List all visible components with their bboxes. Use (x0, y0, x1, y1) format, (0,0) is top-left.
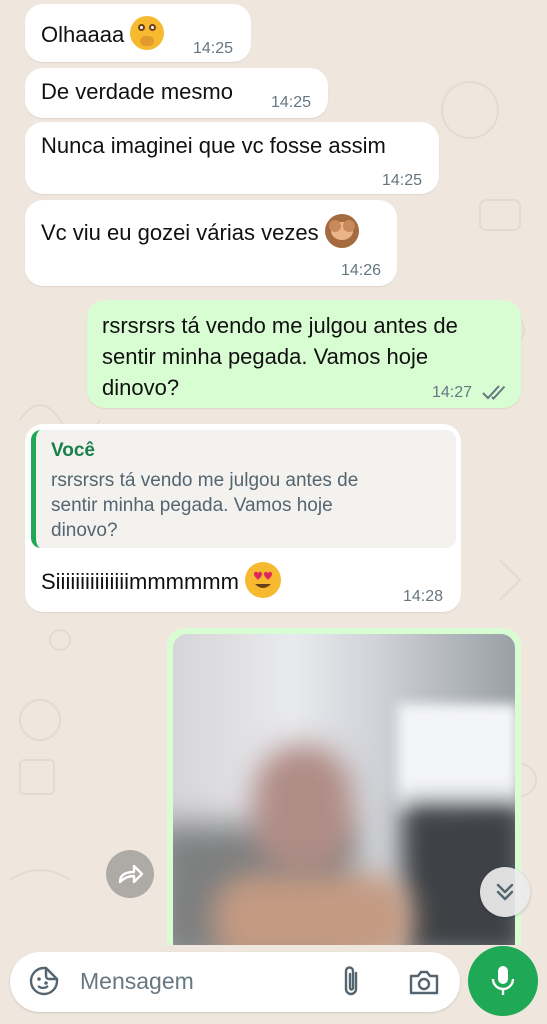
quoted-text-line: sentir minha pegada. Vamos hoje (51, 495, 333, 516)
message-text-line: sentir minha pegada. Vamos hoje (102, 344, 429, 369)
message-text-line: rsrsrsrs tá vendo me julgou antes de (102, 313, 458, 338)
message-time: 14:25 (271, 94, 312, 111)
message-bubble-incoming[interactable]: De verdade mesmo 14:25 (25, 68, 328, 118)
message-time: 14:28 (403, 588, 444, 605)
quoted-message[interactable]: Você rsrsrsrs tá vendo me julgou antes d… (31, 430, 456, 548)
message-bubble-outgoing[interactable]: rsrsrsrs tá vendo me julgou antes de sen… (87, 300, 521, 408)
double-chevron-down-icon (496, 883, 514, 901)
message-time: 14:27 (432, 384, 473, 401)
quoted-text-line: dinovo? (51, 520, 118, 541)
message-time: 14:26 (341, 262, 382, 279)
message-composer[interactable]: Mensagem (10, 952, 460, 1012)
quoted-text: rsrsrsrs tá vendo me julgou antes de sen… (51, 468, 411, 543)
forward-button[interactable] (106, 850, 154, 898)
camera-icon[interactable] (408, 968, 440, 996)
microphone-icon (491, 966, 515, 995)
chat-area[interactable]: Olhaaaa 14:25 De verdade mesmo 14:25 Nun… (0, 0, 547, 945)
message-bubble-incoming[interactable]: Vc viu eu gozei várias vezes 14:26 (25, 200, 397, 286)
message-time: 14:25 (193, 40, 234, 57)
quoted-text-line: rsrsrsrs tá vendo me julgou antes de (51, 470, 359, 491)
message-text: Vc viu eu gozei várias vezes (41, 220, 319, 245)
message-text: Siiiiiiiiiiiiiiimmmmmm (41, 569, 239, 594)
quoted-author: Você (51, 440, 96, 461)
message-bubble-incoming[interactable]: Olhaaaa 14:25 (25, 4, 251, 62)
message-bubble-incoming[interactable]: Você rsrsrsrs tá vendo me julgou antes d… (25, 424, 461, 612)
message-text: Olhaaaa (41, 22, 125, 47)
message-input[interactable]: Mensagem (80, 968, 194, 995)
voice-record-button[interactable] (468, 946, 538, 1016)
heart-eyes-emoji-icon (244, 562, 281, 598)
forward-arrow-icon (118, 864, 144, 884)
image-message-outgoing[interactable] (167, 628, 521, 945)
read-receipt-double-check-icon (482, 385, 506, 400)
message-time: 14:25 (382, 172, 423, 189)
scroll-to-bottom-button[interactable] (480, 867, 530, 917)
attach-paperclip-icon[interactable] (340, 965, 362, 999)
message-bubble-incoming[interactable]: Nunca imaginei que vc fosse assim 14:25 (25, 122, 439, 194)
sticker-icon[interactable] (28, 965, 60, 997)
see-no-evil-monkey-emoji-icon (324, 214, 359, 248)
blurred-image[interactable] (173, 634, 515, 945)
message-text: Nunca imaginei que vc fosse assim (41, 133, 386, 158)
message-text: De verdade mesmo (41, 79, 233, 104)
flushed-face-hands-emoji-icon (130, 16, 165, 50)
